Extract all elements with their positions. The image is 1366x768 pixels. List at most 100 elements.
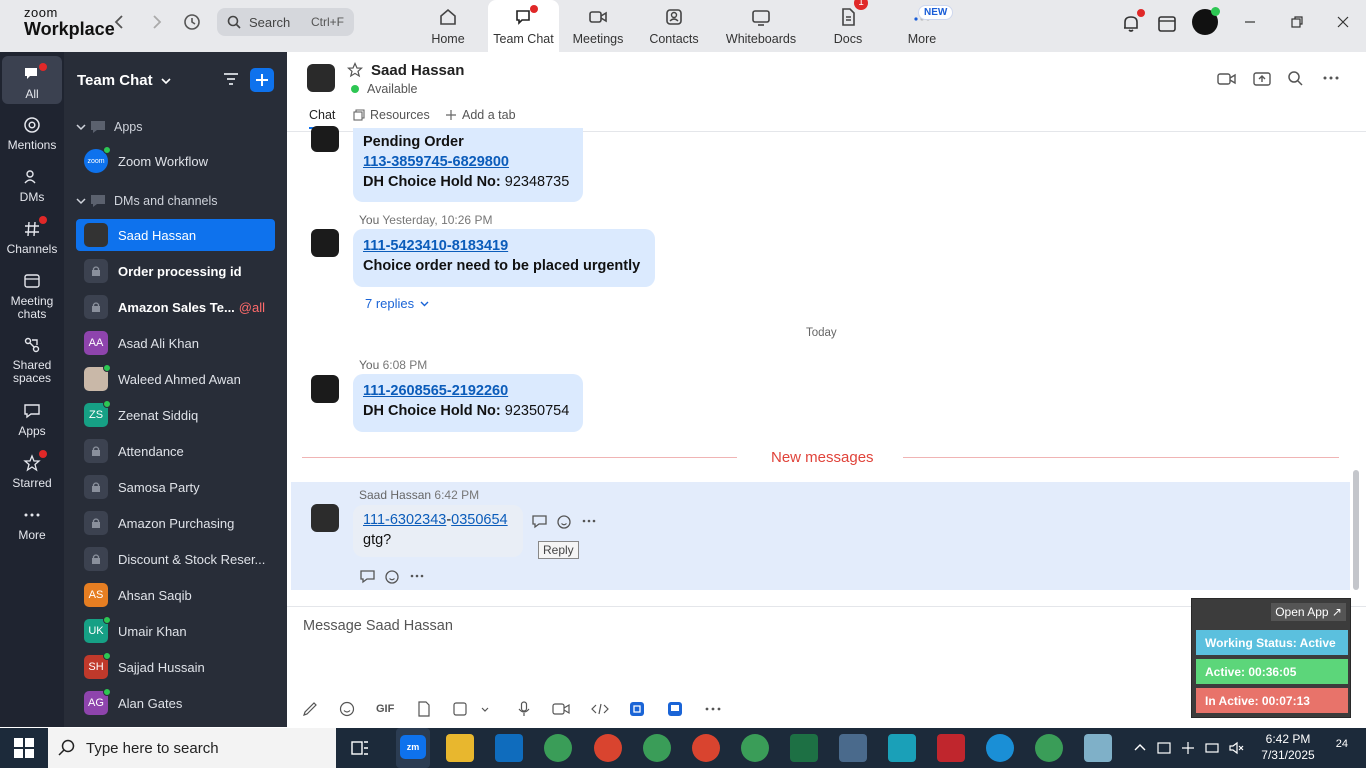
- contact-avatar[interactable]: [307, 64, 335, 92]
- code-snippet-icon[interactable]: [591, 701, 609, 717]
- sidebar-item-zeenat-siddiq[interactable]: ZS Zeenat Siddiq: [76, 399, 275, 431]
- windows-start-icon[interactable]: [14, 738, 34, 758]
- forward-arrow-icon[interactable]: [146, 12, 170, 32]
- sidebar-item-order-processing[interactable]: Order processing id: [76, 255, 275, 287]
- tab-team-chat[interactable]: Team Chat: [488, 0, 559, 52]
- file-icon[interactable]: [416, 701, 432, 717]
- search-icon[interactable]: [1287, 70, 1303, 86]
- app-shortcut-icon[interactable]: [629, 701, 645, 717]
- minimize-icon[interactable]: [1240, 12, 1264, 32]
- tray-icon[interactable]: [1156, 740, 1172, 756]
- close-icon[interactable]: [1333, 12, 1357, 32]
- tab-docs[interactable]: 1 Docs: [818, 0, 878, 52]
- edge-icon[interactable]: [986, 734, 1014, 762]
- rail-more[interactable]: More: [2, 504, 62, 542]
- more-options-icon[interactable]: [582, 514, 596, 528]
- filezilla-icon[interactable]: [937, 734, 965, 762]
- emoji-reaction-icon[interactable]: [556, 513, 573, 530]
- sidebar-item-samosa-party[interactable]: Samosa Party: [76, 471, 275, 503]
- app-icon[interactable]: [888, 734, 916, 762]
- reply-icon[interactable]: [359, 569, 377, 585]
- message-input[interactable]: Message Saad Hassan: [303, 618, 453, 634]
- section-dms[interactable]: DMs and channels: [76, 193, 218, 209]
- add-tab-button[interactable]: Add a tab: [445, 108, 516, 122]
- tab-meetings[interactable]: Meetings: [566, 0, 630, 52]
- tab-resources[interactable]: Resources: [353, 108, 430, 122]
- rail-all[interactable]: All: [2, 56, 62, 104]
- video-message-icon[interactable]: [552, 701, 570, 717]
- app-shortcut-icon[interactable]: [667, 701, 683, 717]
- calculator-icon[interactable]: [839, 734, 867, 762]
- new-chat-button[interactable]: [250, 68, 274, 92]
- sidebar-item-amazon-sales[interactable]: Amazon Sales Te... @all: [76, 291, 275, 323]
- zoom-taskbar-icon[interactable]: zm: [396, 728, 430, 768]
- outlook-icon[interactable]: [495, 734, 523, 762]
- more-options-icon[interactable]: [410, 569, 424, 583]
- sidebar-item-ahsan-saqib[interactable]: AS Ahsan Saqib: [76, 579, 275, 611]
- chrome-icon[interactable]: [692, 734, 720, 762]
- scrollbar[interactable]: [1353, 470, 1359, 590]
- notification-center-icon[interactable]: 24: [1324, 738, 1348, 758]
- file-explorer-icon[interactable]: [446, 734, 474, 762]
- section-apps[interactable]: Apps: [76, 119, 143, 135]
- system-clock[interactable]: 6:42 PM 7/31/2025: [1256, 731, 1320, 763]
- profile-avatar[interactable]: [1192, 7, 1220, 35]
- sidebar-item-saad-hassan[interactable]: Saad Hassan: [76, 219, 275, 251]
- tab-contacts[interactable]: Contacts: [642, 0, 706, 52]
- format-icon[interactable]: [302, 701, 318, 717]
- rail-channels[interactable]: Channels: [2, 216, 62, 256]
- emoji-icon[interactable]: [339, 701, 355, 717]
- rail-meeting-chats[interactable]: Meeting chats: [2, 270, 62, 321]
- chevron-down-icon[interactable]: [480, 701, 490, 717]
- chrome-icon[interactable]: [594, 734, 622, 762]
- replies-link[interactable]: 7 replies: [365, 296, 429, 311]
- chrome-icon[interactable]: [643, 734, 671, 762]
- task-view-icon[interactable]: [350, 738, 370, 758]
- contact-name[interactable]: Saad Hassan: [371, 62, 464, 79]
- share-screen-icon[interactable]: [1253, 70, 1271, 88]
- rail-dms[interactable]: DMs: [2, 166, 62, 204]
- network-icon[interactable]: [1204, 740, 1220, 756]
- reply-icon[interactable]: [531, 514, 549, 530]
- screenshot-icon[interactable]: [452, 701, 468, 717]
- tab-home[interactable]: Home: [416, 0, 480, 52]
- more-options-icon[interactable]: [1323, 70, 1339, 86]
- search-input[interactable]: Search Ctrl+F: [217, 8, 354, 36]
- tray-icon[interactable]: [1180, 740, 1196, 756]
- sidebar-item-sajjad-hussain[interactable]: SH Sajjad Hussain: [76, 651, 275, 683]
- sidebar-item-umair-khan[interactable]: UK Umair Khan: [76, 615, 275, 647]
- history-icon[interactable]: [182, 12, 206, 32]
- order-link[interactable]: 111-6302343: [363, 512, 446, 528]
- chevron-up-icon[interactable]: [1132, 740, 1148, 756]
- taskbar-search[interactable]: Type here to search: [48, 728, 336, 768]
- video-call-icon[interactable]: [1217, 70, 1237, 88]
- sidebar-title[interactable]: Team Chat: [77, 72, 171, 89]
- calendar-icon[interactable]: [1156, 12, 1180, 32]
- open-app-button[interactable]: Open App ↗: [1271, 603, 1346, 621]
- sidebar-item-asad-ali-khan[interactable]: AA Asad Ali Khan: [76, 327, 275, 359]
- sidebar-item-zoom-workflow[interactable]: zoom Zoom Workflow: [76, 145, 275, 177]
- rail-mentions[interactable]: Mentions: [2, 114, 62, 152]
- restore-icon[interactable]: [1287, 12, 1311, 32]
- excel-icon[interactable]: [790, 734, 818, 762]
- rail-shared-spaces[interactable]: Shared spaces: [2, 334, 62, 385]
- chrome-icon[interactable]: [544, 734, 572, 762]
- chrome-icon[interactable]: [741, 734, 769, 762]
- gif-button[interactable]: GIF: [376, 703, 394, 715]
- app-icon[interactable]: [1084, 734, 1112, 762]
- chrome-icon[interactable]: [1035, 734, 1063, 762]
- tab-whiteboards[interactable]: Whiteboards: [722, 0, 800, 52]
- emoji-reaction-icon[interactable]: [384, 568, 401, 585]
- back-arrow-icon[interactable]: [110, 12, 134, 32]
- order-link[interactable]: 111-5423410-8183419: [363, 238, 508, 254]
- bell-icon[interactable]: [1120, 9, 1145, 32]
- rail-apps[interactable]: Apps: [2, 400, 62, 438]
- order-link[interactable]: 113-3859745-6829800: [363, 154, 509, 170]
- sidebar-item-alan-gates[interactable]: AG Alan Gates: [76, 687, 275, 719]
- microphone-icon[interactable]: [516, 701, 532, 717]
- rail-starred[interactable]: Starred: [2, 450, 62, 490]
- order-link[interactable]: 0350654: [451, 512, 507, 528]
- sidebar-item-discount-stock[interactable]: Discount & Stock Reser...: [76, 543, 275, 575]
- sidebar-item-amazon-purchasing[interactable]: Amazon Purchasing: [76, 507, 275, 539]
- sidebar-item-waleed-ahmed-awan[interactable]: Waleed Ahmed Awan: [76, 363, 275, 395]
